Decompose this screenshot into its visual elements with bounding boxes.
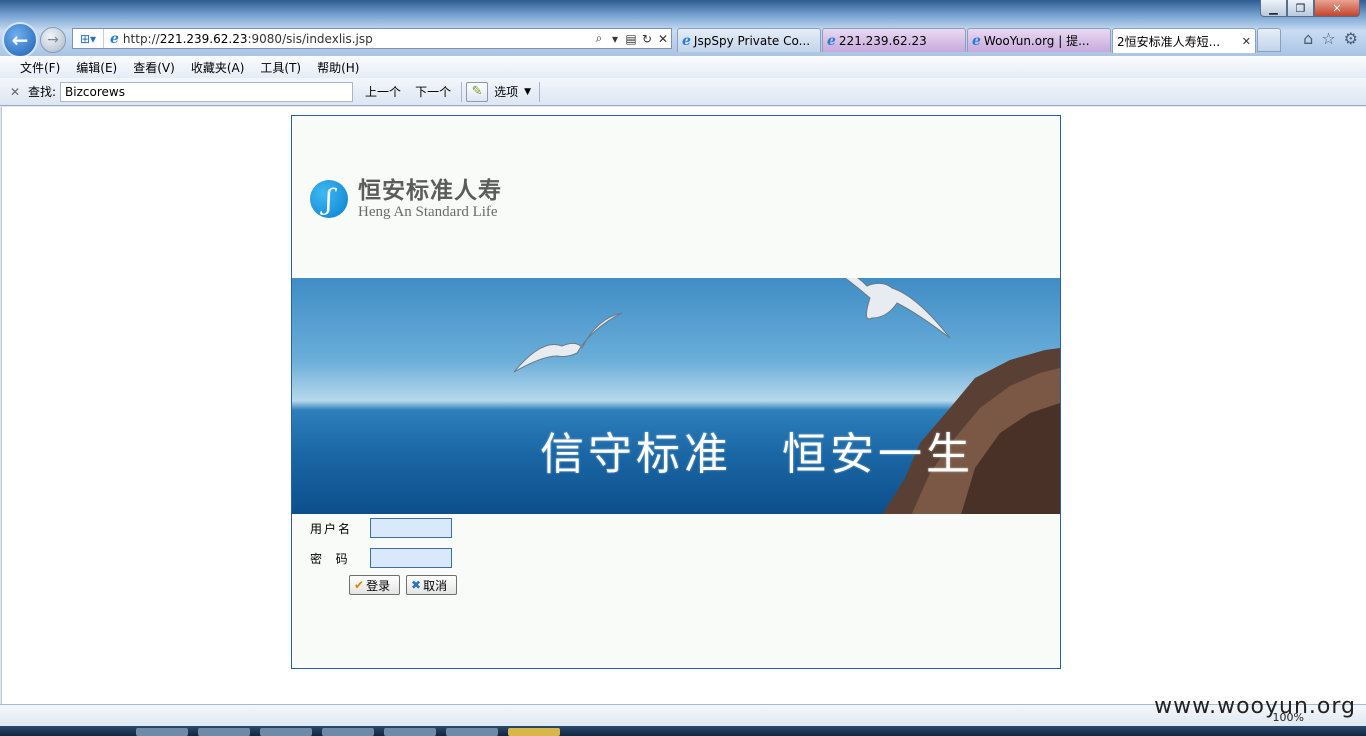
separator — [461, 81, 463, 102]
url-scheme: http:// — [122, 31, 160, 46]
checkmark-icon: ✔ — [354, 578, 365, 592]
new-tab-button[interactable] — [1257, 28, 1281, 52]
login-button[interactable]: ✔ 登录 — [349, 575, 400, 595]
find-next-button[interactable]: 下一个 — [413, 81, 453, 102]
logo-english-name: Heng An Standard Life — [358, 204, 498, 220]
password-row: 密 码 — [310, 548, 452, 568]
taskbar-item[interactable] — [384, 728, 436, 736]
taskbar-item[interactable] — [136, 728, 188, 736]
home-icon[interactable]: ⌂ — [1303, 29, 1313, 48]
find-label: 查找: — [28, 85, 57, 99]
find-input[interactable] — [60, 81, 354, 102]
logo-chinese-name: 恒安标准人寿 — [358, 178, 502, 204]
banner-slogan: 信守标准 恒安一生 — [540, 418, 974, 482]
minimize-button[interactable]: ▁ — [1260, 0, 1287, 17]
find-options-button[interactable]: 选项 — [494, 83, 518, 100]
ie-tab-icon: e — [827, 32, 836, 49]
separator — [539, 81, 541, 102]
taskbar-item[interactable] — [260, 728, 312, 736]
slogan-part-1: 信守标准 — [540, 429, 732, 480]
slogan-part-2: 恒安一生 — [782, 429, 974, 480]
logo-text: 恒安标准人寿 Heng An Standard Life — [358, 178, 502, 220]
url-host: 221.239.62.23 — [159, 31, 248, 46]
stop-icon[interactable]: ✕ — [655, 32, 671, 46]
address-url[interactable]: http://221.239.62.23:9080/sis/indexlis.j… — [123, 32, 591, 46]
tab-strip: e JspSpy Private Co... e 221.239.62.23 e… — [677, 28, 1281, 53]
menu-edit[interactable]: 编辑(E) — [68, 59, 125, 76]
ie-page-icon: e — [110, 30, 119, 47]
username-row: 用户名 — [310, 518, 452, 538]
highlighter-icon: ✎ — [471, 84, 483, 99]
password-input[interactable] — [370, 548, 452, 568]
tab-jspspy[interactable]: e JspSpy Private Co... — [677, 28, 821, 52]
menu-favorites[interactable]: 收藏夹(A) — [183, 59, 253, 76]
url-path: :9080/sis/indexlis.jsp — [247, 31, 373, 46]
gear-icon[interactable]: ⚙ — [1344, 29, 1358, 48]
find-prev-button[interactable]: 上一个 — [363, 81, 403, 102]
highlight-button[interactable]: ✎ — [466, 81, 489, 102]
tab-active-hengan[interactable]: 2恒安标准人寿短... ✕ — [1112, 28, 1256, 53]
banner-image: 信守标准 恒安一生 — [292, 278, 1060, 514]
compat-icon: ⊞▾ — [79, 31, 97, 46]
status-bar: 100% www.wooyun.org — [0, 694, 1366, 727]
close-tab-icon[interactable]: ✕ — [1242, 35, 1251, 48]
browser-right-icons: ⌂ ☆ ⚙ — [1303, 29, 1358, 48]
close-find-icon[interactable]: ✕ — [10, 85, 24, 99]
refresh-icon[interactable]: ↻ — [639, 32, 655, 46]
ie-tab-icon: e — [972, 32, 981, 49]
logo-mark-icon: ʃ — [310, 180, 348, 218]
window-controls: ▁ ❐ ✕ — [1260, 0, 1360, 18]
dropdown-icon[interactable]: ▾ — [607, 32, 623, 46]
taskbar-item[interactable] — [446, 728, 498, 736]
menu-bar: 文件(F) 编辑(E) 查看(V) 收藏夹(A) 工具(T) 帮助(H) — [0, 56, 1366, 78]
tab-label: JspSpy Private Co... — [693, 33, 811, 48]
login-button-label: 登录 — [366, 578, 391, 593]
find-bar: ✕ 查找: 上一个 下一个 ✎ 选项 ▼ — [0, 78, 1366, 106]
tab-wooyun[interactable]: e WooYun.org | 提... — [967, 28, 1111, 52]
cross-icon: ✖ — [411, 578, 422, 592]
compatibility-view-button[interactable]: ⊞▾ — [73, 29, 104, 48]
menu-tools[interactable]: 工具(T) — [252, 59, 309, 76]
menu-help[interactable]: 帮助(H) — [309, 59, 367, 76]
ie-tab-icon: e — [682, 32, 691, 49]
maximize-button[interactable]: ❐ — [1287, 0, 1314, 17]
menu-file[interactable]: 文件(F) — [12, 59, 68, 76]
tab-label: WooYun.org | 提... — [983, 34, 1090, 48]
tab-label: 221.239.62.23 — [838, 33, 927, 48]
cancel-button[interactable]: ✖ 取消 — [406, 575, 457, 595]
watermark-text: www.wooyun.org — [1154, 694, 1356, 719]
forward-arrow-icon: → — [47, 32, 59, 48]
username-label: 用户名 — [310, 521, 353, 536]
tab-label: 2恒安标准人寿短... — [1117, 34, 1221, 49]
password-label: 密 码 — [310, 551, 350, 566]
taskbar-item[interactable] — [322, 728, 374, 736]
menu-view[interactable]: 查看(V) — [125, 59, 183, 76]
page-content: ʃ 恒安标准人寿 Heng An Standard Life 信守标准恒安一生 — [1, 107, 1366, 704]
os-taskbar — [0, 726, 1366, 736]
address-bar[interactable]: ⊞▾ e http://221.239.62.23:9080/sis/index… — [72, 28, 672, 49]
company-logo: ʃ 恒安标准人寿 Heng An Standard Life — [310, 178, 502, 220]
taskbar-item[interactable] — [198, 728, 250, 736]
chevron-down-icon[interactable]: ▼ — [524, 87, 531, 97]
login-panel: ʃ 恒安标准人寿 Heng An Standard Life 信守标准恒安一生 — [291, 115, 1061, 669]
back-button[interactable]: ← — [2, 22, 38, 58]
back-arrow-icon: ← — [11, 28, 29, 52]
favorites-star-icon[interactable]: ☆ — [1321, 29, 1335, 48]
compat-view-icon[interactable]: ▤ — [623, 32, 639, 46]
browser-titlebar: ▁ ❐ ✕ ← → ⊞▾ e http://221.239.62.23:9080… — [0, 0, 1366, 58]
tab-ip[interactable]: e 221.239.62.23 — [822, 28, 966, 52]
cancel-button-label: 取消 — [423, 578, 448, 593]
username-input[interactable] — [370, 518, 452, 538]
forward-button[interactable]: → — [40, 27, 66, 53]
close-window-button[interactable]: ✕ — [1314, 0, 1360, 17]
taskbar-item[interactable] — [508, 728, 560, 736]
search-icon[interactable]: ⌕ — [591, 31, 607, 46]
